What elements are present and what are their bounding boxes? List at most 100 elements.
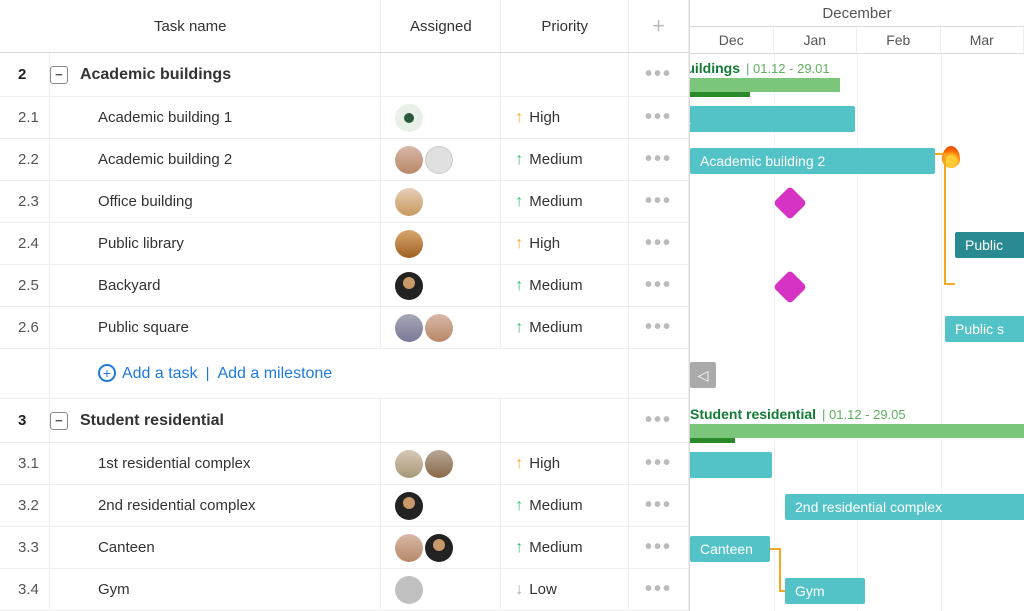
task-name[interactable]: 1st residential complex [50, 443, 382, 484]
row-actions[interactable]: ••• [629, 53, 689, 96]
month-dec[interactable]: Dec [690, 27, 774, 53]
collapse-toggle[interactable]: − [50, 412, 68, 430]
gantt-group-progress [690, 92, 750, 97]
gantt-group-bar[interactable] [690, 424, 1024, 438]
avatar[interactable] [395, 576, 423, 604]
avatar[interactable] [425, 534, 453, 562]
gantt-bar[interactable]: lding 1 [690, 106, 855, 132]
task-priority[interactable]: ↑Medium [501, 181, 629, 222]
row-actions[interactable]: ••• [629, 399, 689, 442]
gantt-body[interactable]: emic buildings| 01.12 - 29.01lding 1Acad… [690, 54, 1024, 611]
row-actions[interactable]: ••• [629, 527, 689, 568]
avatar[interactable] [425, 314, 453, 342]
gantt-bar[interactable]: Gym [785, 578, 865, 604]
col-assigned[interactable]: Assigned [381, 0, 501, 52]
gantt-bar[interactable]: Canteen [690, 536, 770, 562]
timeline-title: December [690, 0, 1024, 27]
avatar[interactable] [425, 450, 453, 478]
task-name[interactable]: Public library [50, 223, 382, 264]
col-task-name[interactable]: Task name [0, 0, 381, 52]
task-assigned[interactable] [381, 181, 501, 222]
task-priority[interactable]: ↑High [501, 97, 629, 138]
month-mar[interactable]: Mar [941, 27, 1024, 53]
gantt-bar[interactable]: Academic building 2 [690, 148, 935, 174]
task-assigned[interactable] [381, 527, 501, 568]
group-name[interactable]: −Student residential [50, 399, 381, 442]
task-name[interactable]: Academic building 1 [50, 97, 382, 138]
col-priority[interactable]: Priority [501, 0, 629, 52]
collapse-toggle[interactable]: − [50, 66, 68, 84]
row-actions[interactable]: ••• [629, 569, 689, 610]
gantt-bar[interactable]: Public [955, 232, 1024, 258]
task-assigned[interactable] [381, 307, 501, 348]
task-assigned[interactable] [381, 265, 501, 306]
group-wbs: 3 [0, 399, 50, 442]
row-actions[interactable]: ••• [629, 139, 689, 180]
priority-arrow-icon: ↑ [515, 319, 523, 337]
row-actions[interactable]: ••• [629, 307, 689, 348]
avatar[interactable] [395, 534, 423, 562]
grid-header: Task name Assigned Priority + [0, 0, 689, 53]
priority-label: High [529, 109, 560, 126]
task-priority[interactable]: ↑Medium [501, 527, 629, 568]
task-assigned[interactable] [381, 139, 501, 180]
avatar[interactable] [425, 146, 453, 174]
avatar[interactable] [395, 146, 423, 174]
add-milestone-link[interactable]: Add a milestone [217, 365, 332, 383]
row-actions[interactable]: ••• [629, 97, 689, 138]
task-name[interactable]: Academic building 2 [50, 139, 382, 180]
task-priority[interactable]: ↑Medium [501, 485, 629, 526]
task-assigned[interactable] [381, 443, 501, 484]
month-jan[interactable]: Jan [774, 27, 858, 53]
add-column-button[interactable]: + [629, 0, 689, 52]
task-wbs: 3.1 [0, 443, 50, 484]
task-priority[interactable]: ↑High [501, 223, 629, 264]
row-actions[interactable]: ••• [629, 485, 689, 526]
avatar[interactable] [395, 450, 423, 478]
avatar[interactable] [395, 314, 423, 342]
gantt-bar[interactable]: 2nd residential complex [785, 494, 1024, 520]
milestone-diamond[interactable] [773, 186, 807, 220]
group-priority[interactable] [501, 399, 629, 442]
row-actions[interactable]: ••• [629, 443, 689, 484]
group-assigned[interactable] [381, 399, 501, 442]
avatar[interactable] [395, 492, 423, 520]
gantt-group-bar[interactable] [690, 78, 840, 92]
task-assigned[interactable] [381, 223, 501, 264]
task-wbs: 3.4 [0, 569, 50, 610]
avatar[interactable] [395, 272, 423, 300]
task-priority[interactable]: ↑Medium [501, 307, 629, 348]
task-assigned[interactable] [381, 485, 501, 526]
group-name[interactable]: −Academic buildings [50, 53, 381, 96]
task-name[interactable]: 2nd residential complex [50, 485, 382, 526]
group-priority[interactable] [501, 53, 629, 96]
avatar[interactable] [395, 230, 423, 258]
row-actions[interactable]: ••• [629, 265, 689, 306]
task-name[interactable]: Public square [50, 307, 382, 348]
add-task-link[interactable]: +Add a task [98, 364, 198, 383]
avatar[interactable] [395, 188, 423, 216]
task-priority[interactable]: ↑Medium [501, 139, 629, 180]
task-priority[interactable]: ↑High [501, 443, 629, 484]
gantt-group-label: Student residential| 01.12 - 29.05 [690, 406, 906, 422]
task-priority[interactable]: ↓Low [501, 569, 629, 610]
gantt-bar[interactable]: complex [690, 452, 772, 478]
task-name[interactable]: Backyard [50, 265, 382, 306]
task-name[interactable]: Gym [50, 569, 382, 610]
priority-label: High [529, 235, 560, 252]
priority-arrow-icon: ↑ [515, 497, 523, 515]
task-assigned[interactable] [381, 97, 501, 138]
priority-label: Medium [529, 277, 582, 294]
row-actions[interactable]: ••• [629, 181, 689, 222]
avatar[interactable] [395, 104, 423, 132]
group-assigned[interactable] [381, 53, 501, 96]
task-name[interactable]: Office building [50, 181, 382, 222]
task-priority[interactable]: ↑Medium [501, 265, 629, 306]
gantt-bar[interactable]: Public s [945, 316, 1024, 342]
month-feb[interactable]: Feb [857, 27, 941, 53]
task-name[interactable]: Canteen [50, 527, 382, 568]
gantt-collapse-button[interactable]: ◁ [690, 362, 716, 388]
milestone-diamond[interactable] [773, 270, 807, 304]
row-actions[interactable]: ••• [629, 223, 689, 264]
task-assigned[interactable] [381, 569, 501, 610]
